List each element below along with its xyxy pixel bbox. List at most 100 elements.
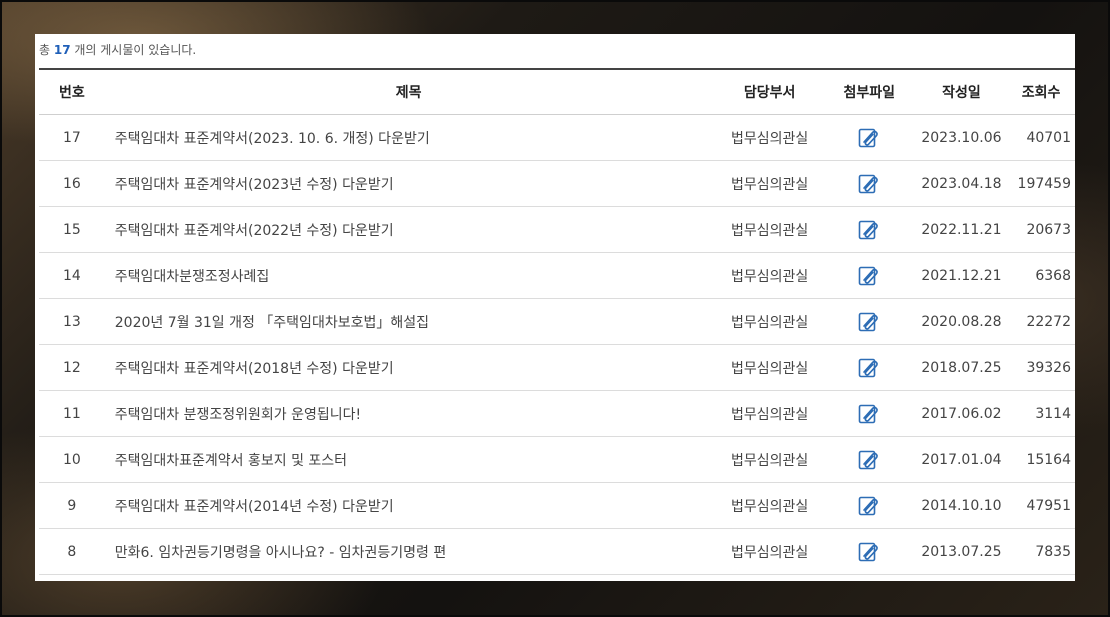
attachment-icon[interactable]: [858, 357, 880, 379]
attachment-icon[interactable]: [858, 127, 880, 149]
row-date: 2013.07.25: [921, 543, 1002, 560]
row-title-link[interactable]: 주택임대차 표준계약서(2018년 수정) 다운받기: [115, 361, 394, 377]
attachment-icon[interactable]: [858, 403, 880, 425]
row-views: 7835: [1035, 543, 1071, 560]
table-row: 17 주택임대차 표준계약서(2023. 10. 6. 개정) 다운받기 법무심의관…: [39, 115, 1075, 161]
row-dept: 법무심의관실: [731, 314, 809, 331]
row-no: 17: [62, 129, 81, 146]
row-file: [827, 541, 912, 563]
row-title-link[interactable]: 주택임대차분쟁조정사례집: [115, 269, 270, 285]
table-row: 10 주택임대차표준계약서 홍보지 및 포스터 법무심의관실 2017.01.04 15…: [39, 437, 1075, 483]
row-file: [827, 219, 912, 241]
row-file: [827, 403, 912, 425]
row-title-link[interactable]: 주택임대차 표준계약서(2023년 수정) 다운받기: [115, 177, 394, 193]
row-title-link[interactable]: 주택임대차표준계약서 홍보지 및 포스터: [115, 453, 347, 469]
row-dept: 법무심의관실: [731, 222, 809, 239]
row-title-cell: 주택임대차 표준계약서(2018년 수정) 다운받기: [105, 358, 713, 378]
post-count-suffix: 개의 게시물이 있습니다.: [70, 43, 197, 57]
row-title-link[interactable]: 2020년 7월 31일 개정 「주택임대차보호법」해설집: [115, 315, 429, 331]
header-file: 첨부파일: [843, 85, 896, 101]
row-no: 14: [62, 267, 81, 284]
row-date: 2023.04.18: [921, 175, 1002, 192]
row-title-cell: 주택임대차 표준계약서(2022년 수정) 다운받기: [105, 220, 713, 240]
row-no: 16: [62, 175, 81, 192]
row-title-cell: 주택임대차 표준계약서(2014년 수정) 다운받기: [105, 496, 713, 516]
table-row: 15 주택임대차 표준계약서(2022년 수정) 다운받기 법무심의관실 2022.1…: [39, 207, 1075, 253]
row-date: 2020.08.28: [921, 313, 1002, 330]
row-dept: 법무심의관실: [731, 176, 809, 193]
table-row: 14 주택임대차분쟁조정사례집 법무심의관실 2021.12.21 6368: [39, 253, 1075, 299]
row-views: 40701: [1026, 129, 1071, 146]
row-title-link[interactable]: 만화6. 임차권등기명령을 아시나요? - 임차권등기명령 편: [115, 545, 446, 561]
row-views: 20673: [1026, 221, 1071, 238]
header-date: 작성일: [942, 85, 981, 101]
attachment-icon[interactable]: [858, 541, 880, 563]
row-dept: 법무심의관실: [731, 130, 809, 147]
table-row: 8 만화6. 임차권등기명령을 아시나요? - 임차권등기명령 편 법무심의관실 20…: [39, 529, 1075, 575]
table-row: 13 2020년 7월 31일 개정 「주택임대차보호법」해설집 법무심의관실 202…: [39, 299, 1075, 345]
row-title-cell: 주택임대차 분쟁조정위원회가 운영됩니다!: [105, 404, 713, 424]
row-views: 47951: [1026, 497, 1071, 514]
row-no: 13: [62, 313, 81, 330]
row-views: 197459: [1017, 175, 1071, 192]
row-dept: 법무심의관실: [731, 268, 809, 285]
row-file: [827, 311, 912, 333]
attachment-icon[interactable]: [858, 173, 880, 195]
row-file: [827, 495, 912, 517]
row-dept: 법무심의관실: [731, 452, 809, 469]
table-row: 9 주택임대차 표준계약서(2014년 수정) 다운받기 법무심의관실 2014.10…: [39, 483, 1075, 529]
row-views: 39326: [1026, 359, 1071, 376]
attachment-icon[interactable]: [858, 449, 880, 471]
row-title-cell: 2020년 7월 31일 개정 「주택임대차보호법」해설집: [105, 312, 713, 332]
row-date: 2014.10.10: [921, 497, 1002, 514]
board-panel: 총 17 개의 게시물이 있습니다. 번호 제목 담당부서 첨부파일 작성일 조…: [35, 34, 1075, 581]
row-file: [827, 449, 912, 471]
row-title-link[interactable]: 주택임대차 표준계약서(2023. 10. 6. 개정) 다운받기: [115, 131, 430, 147]
row-no: 10: [62, 451, 81, 468]
row-date: 2017.01.04: [921, 451, 1002, 468]
post-count-prefix: 총: [39, 43, 54, 57]
row-dept: 법무심의관실: [731, 544, 809, 561]
table-row: 11 주택임대차 분쟁조정위원회가 운영됩니다! 법무심의관실 2017.06.02 3…: [39, 391, 1075, 437]
row-dept: 법무심의관실: [731, 406, 809, 423]
row-file: [827, 173, 912, 195]
attachment-icon[interactable]: [858, 265, 880, 287]
header-dept: 담당부서: [743, 85, 796, 101]
header-title: 제목: [395, 85, 422, 101]
attachment-icon[interactable]: [858, 219, 880, 241]
row-title-cell: 주택임대차분쟁조정사례집: [105, 266, 713, 286]
attachment-icon[interactable]: [858, 311, 880, 333]
row-no: 8: [67, 543, 77, 560]
row-views: 6368: [1035, 267, 1071, 284]
row-dept: 법무심의관실: [731, 498, 809, 515]
row-dept: 법무심의관실: [731, 360, 809, 377]
row-title-cell: 주택임대차표준계약서 홍보지 및 포스터: [105, 450, 713, 470]
row-views: 22272: [1026, 313, 1071, 330]
row-file: [827, 127, 912, 149]
row-title-link[interactable]: 주택임대차 표준계약서(2022년 수정) 다운받기: [115, 223, 394, 239]
table-row: 12 주택임대차 표준계약서(2018년 수정) 다운받기 법무심의관실 2018.0…: [39, 345, 1075, 391]
row-date: 2017.06.02: [921, 405, 1002, 422]
row-file: [827, 357, 912, 379]
row-title-cell: 주택임대차 표준계약서(2023년 수정) 다운받기: [105, 174, 713, 194]
row-no: 12: [62, 359, 81, 376]
row-no: 15: [62, 221, 81, 238]
board-table: 번호 제목 담당부서 첨부파일 작성일 조회수 17 주택임대차 표준계약서(20…: [39, 68, 1075, 575]
row-date: 2022.11.21: [921, 221, 1002, 238]
row-title-link[interactable]: 주택임대차 분쟁조정위원회가 운영됩니다!: [115, 407, 361, 423]
row-date: 2018.07.25: [921, 359, 1002, 376]
table-header: 번호 제목 담당부서 첨부파일 작성일 조회수: [39, 68, 1075, 115]
row-file: [827, 265, 912, 287]
header-views: 조회수: [1021, 85, 1061, 101]
row-no: 11: [62, 405, 81, 422]
table-body: 17 주택임대차 표준계약서(2023. 10. 6. 개정) 다운받기 법무심의관…: [39, 115, 1075, 575]
header-no: 번호: [58, 85, 85, 101]
row-title-link[interactable]: 주택임대차 표준계약서(2014년 수정) 다운받기: [115, 499, 394, 515]
row-no: 9: [67, 497, 77, 514]
attachment-icon[interactable]: [858, 495, 880, 517]
table-row: 16 주택임대차 표준계약서(2023년 수정) 다운받기 법무심의관실 2023.0…: [39, 161, 1075, 207]
row-views: 15164: [1026, 451, 1071, 468]
row-views: 3114: [1035, 405, 1071, 422]
post-count: 총 17 개의 게시물이 있습니다.: [39, 41, 196, 58]
row-date: 2023.10.06: [921, 129, 1002, 146]
